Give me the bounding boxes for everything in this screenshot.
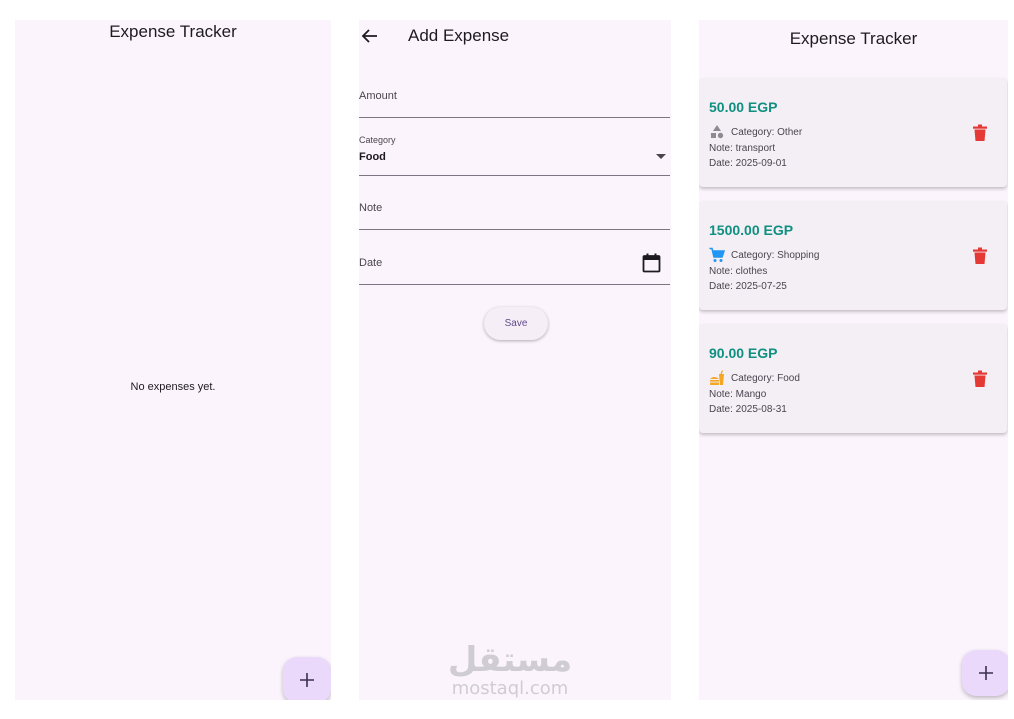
add-expense-screen: Add Expense Amount Category Food Note Da… (359, 20, 671, 700)
amount-field[interactable]: Amount (359, 80, 670, 118)
empty-expense-screen: Expense Tracker No expenses yet. (15, 20, 331, 700)
delete-icon[interactable] (972, 124, 988, 142)
page-title: Add Expense (408, 26, 510, 45)
expense-category: Category: Shopping (731, 250, 820, 261)
delete-icon[interactable] (972, 370, 988, 388)
category-shapes-icon (711, 125, 724, 139)
note-label: Note (359, 202, 383, 214)
shopping-cart-icon (709, 247, 725, 262)
category-underline (359, 175, 670, 176)
fastfood-icon (710, 370, 724, 385)
note-field[interactable]: Note (359, 190, 670, 230)
category-label: Category (359, 135, 396, 145)
add-expense-fab[interactable] (962, 650, 1008, 696)
empty-message: No expenses yet. (130, 381, 216, 393)
watermark: مستقل mostaql.com (420, 641, 600, 699)
arrow-back-icon (361, 29, 377, 43)
expense-card: 90.00 EGP Category: Food Note: Mango Dat… (699, 324, 1007, 433)
expense-list-screen: Expense Tracker 50.00 EGP Category: Othe… (699, 20, 1008, 700)
date-label: Date (359, 257, 383, 269)
watermark-latin: mostaql.com (451, 678, 569, 699)
page-title: Expense Tracker (789, 29, 918, 48)
expense-category: Category: Food (731, 373, 800, 384)
expense-card: 50.00 EGP Category: Other Note: transpor… (699, 78, 1007, 187)
amount-label: Amount (359, 90, 397, 102)
category-dropdown[interactable] (359, 132, 670, 175)
back-button[interactable] (359, 25, 381, 47)
expense-amount: 1500.00 EGP (709, 222, 794, 238)
expense-category: Category: Other (731, 127, 803, 138)
category-value: Food (359, 151, 386, 163)
add-expense-fab[interactable] (283, 657, 331, 700)
add-icon (979, 666, 993, 680)
expense-note: Note: clothes (709, 266, 768, 277)
expense-date: Date: 2025-09-01 (709, 158, 787, 169)
expense-amount: 50.00 EGP (709, 99, 778, 115)
expense-date: Date: 2025-08-31 (709, 404, 787, 415)
watermark-arabic: مستقل (447, 640, 573, 680)
save-button[interactable]: Save (484, 307, 548, 340)
expense-card: 1500.00 EGP Category: Shopping Note: clo… (699, 201, 1007, 310)
dropdown-arrow-icon[interactable] (656, 154, 666, 159)
expense-note: Note: Mango (709, 389, 767, 400)
add-icon (300, 673, 314, 687)
calendar-icon[interactable] (642, 253, 661, 273)
expense-date: Date: 2025-07-25 (709, 281, 787, 292)
expense-amount: 90.00 EGP (709, 345, 778, 361)
expense-note: Note: transport (709, 143, 776, 154)
date-field[interactable]: Date (359, 244, 670, 285)
delete-icon[interactable] (972, 247, 988, 265)
page-title: Expense Tracker (109, 22, 237, 41)
